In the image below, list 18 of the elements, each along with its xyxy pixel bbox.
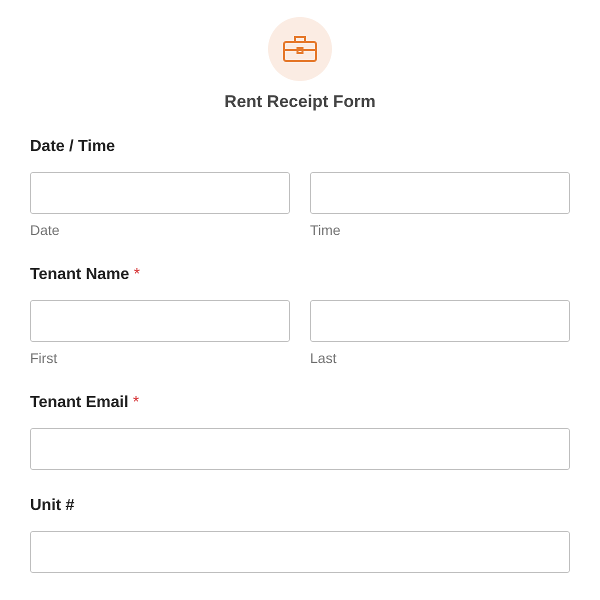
- field-label: Tenant Email: [30, 394, 128, 411]
- field-label: Date / Time: [30, 138, 116, 155]
- input-field[interactable]: [310, 300, 570, 342]
- required-mark: *: [132, 394, 140, 411]
- input-field[interactable]: [30, 531, 570, 573]
- input-field[interactable]: [310, 172, 570, 214]
- sublabel: Time: [310, 221, 342, 239]
- sublabel: Date: [30, 221, 61, 239]
- briefcase-icon: [283, 36, 317, 62]
- sublabel: Last: [310, 349, 338, 367]
- field-label: Unit #: [30, 497, 74, 514]
- input-field[interactable]: [30, 428, 570, 470]
- field-label: Tenant Name: [30, 266, 130, 283]
- sublabel: First: [30, 349, 58, 367]
- form-title: Rent Receipt Form: [224, 91, 376, 113]
- input-field[interactable]: [30, 172, 290, 214]
- required-mark: *: [134, 266, 140, 283]
- input-field[interactable]: [30, 300, 290, 342]
